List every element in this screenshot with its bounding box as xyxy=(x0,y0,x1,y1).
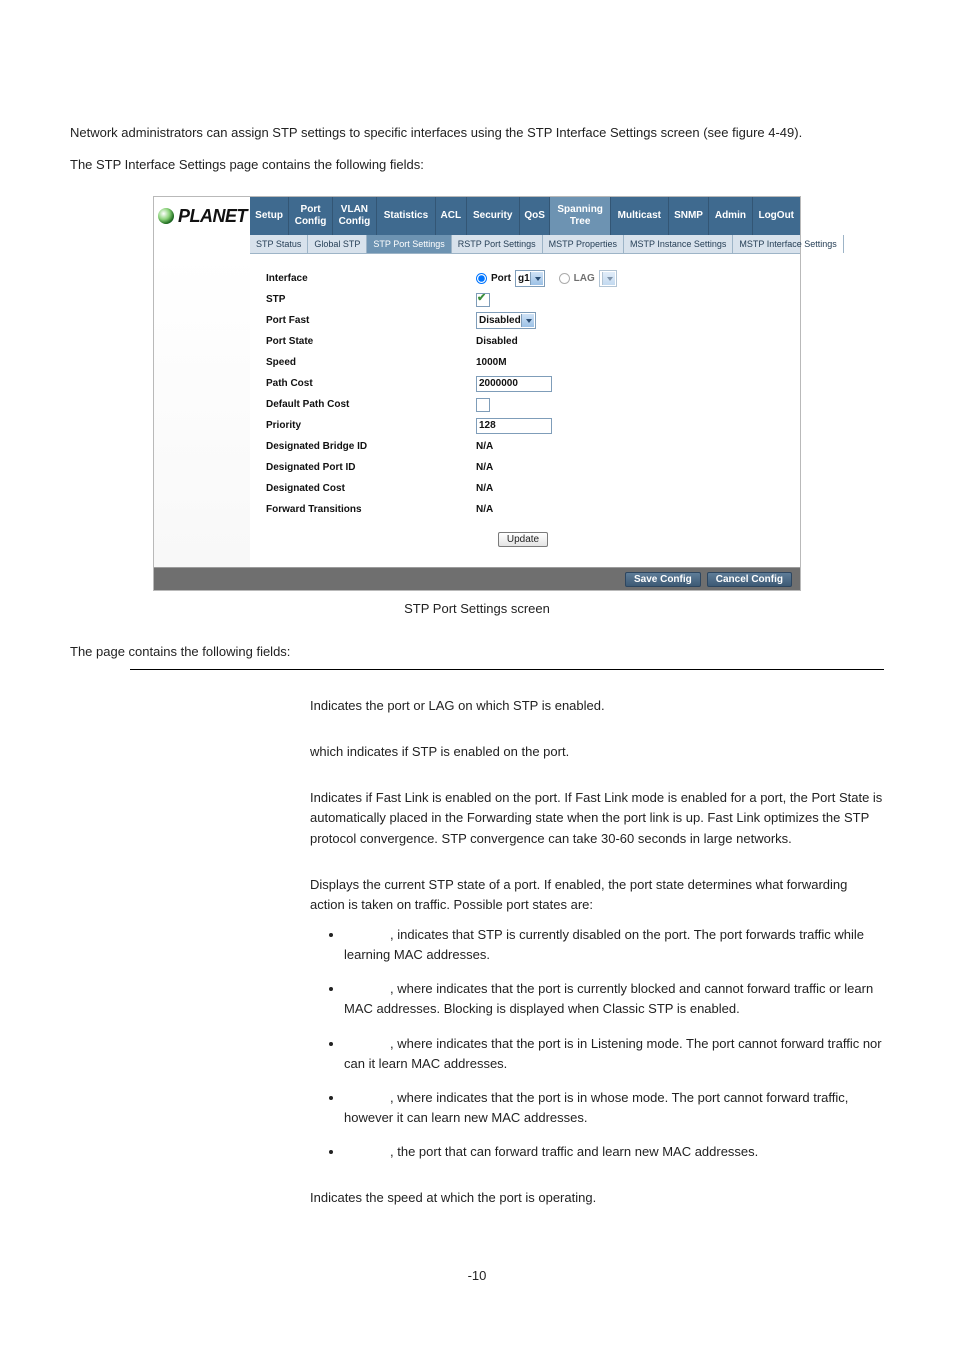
form-value: N/A xyxy=(476,483,780,494)
submenu-item[interactable]: STP Status xyxy=(250,235,308,253)
form-row: Forward TransitionsN/A xyxy=(266,499,780,520)
menu-item[interactable]: ACL xyxy=(436,197,467,235)
top-menu: SetupPortConfigVLANConfigStatisticsACLSe… xyxy=(250,197,800,235)
form-label: Designated Cost xyxy=(266,483,476,494)
footer-bar: Save Config Cancel Config xyxy=(154,567,800,590)
form-label: Speed xyxy=(266,357,476,368)
checkbox[interactable] xyxy=(476,293,490,307)
port-state-bullet: , indicates that STP is currently disabl… xyxy=(344,925,884,965)
menu-item[interactable]: SpanningTree xyxy=(550,197,611,235)
separator xyxy=(130,669,884,670)
fields-intro: The page contains the following fields: xyxy=(70,644,884,659)
form-row: Designated Port IDN/A xyxy=(266,457,780,478)
field-def-speed: Indicates the speed at which the port is… xyxy=(310,1188,884,1208)
checkbox[interactable] xyxy=(476,398,490,412)
form-row: Speed1000M xyxy=(266,352,780,373)
form-row: Designated Bridge IDN/A xyxy=(266,436,780,457)
submenu-item[interactable]: Global STP xyxy=(308,235,367,253)
form-label: Default Path Cost xyxy=(266,399,476,410)
form-value: 1000M xyxy=(476,357,780,368)
field-def-stp: which indicates if STP is enabled on the… xyxy=(310,742,884,762)
menu-item[interactable]: QoS xyxy=(519,197,550,235)
form-label: Path Cost xyxy=(266,378,476,389)
menu-item[interactable]: LogOut xyxy=(752,197,800,235)
submenu-item[interactable]: MSTP Interface Settings xyxy=(733,235,843,253)
select[interactable]: Disabled xyxy=(476,312,536,329)
left-sidebar xyxy=(154,254,250,567)
menu-item[interactable]: PortConfig xyxy=(289,197,333,235)
form-row: Path Cost2000000 xyxy=(266,373,780,394)
port-state-bullet: , the port that can forward traffic and … xyxy=(344,1142,884,1162)
submenu-item[interactable]: MSTP Properties xyxy=(542,235,623,253)
brand-logo: PLANET xyxy=(154,197,250,235)
intro-paragraph-2: The STP Interface Settings page contains… xyxy=(70,152,884,178)
menu-item[interactable]: VLANConfig xyxy=(332,197,376,235)
form-row: Port FastDisabled xyxy=(266,310,780,331)
port-select[interactable]: g1 xyxy=(515,270,545,287)
field-def-fastlink: Indicates if Fast Link is enabled on the… xyxy=(310,788,884,848)
update-button[interactable]: Update xyxy=(498,532,548,547)
form-value: 128 xyxy=(476,418,780,434)
menu-item[interactable]: SNMP xyxy=(668,197,709,235)
form-label: STP xyxy=(266,294,476,305)
form-value xyxy=(476,398,780,412)
save-config-button[interactable]: Save Config xyxy=(625,572,701,587)
intro-paragraph-1: Network administrators can assign STP se… xyxy=(70,120,884,146)
field-def-interface: Indicates the port or LAG on which STP i… xyxy=(310,696,884,716)
form-value xyxy=(476,293,780,307)
cancel-config-button[interactable]: Cancel Config xyxy=(707,572,792,587)
form-value: N/A xyxy=(476,462,780,473)
port-state-bullet: , where indicates that the port is curre… xyxy=(344,979,884,1019)
form-label: Designated Port ID xyxy=(266,462,476,473)
form-row: InterfacePort g1 LAG xyxy=(266,268,780,289)
brand-text: PLANET xyxy=(178,206,247,227)
portstate-intro: Displays the current STP state of a port… xyxy=(310,877,847,912)
menu-item[interactable]: Security xyxy=(466,197,519,235)
form-row: Priority128 xyxy=(266,415,780,436)
form-value: N/A xyxy=(476,504,780,515)
field-def-portstate: Displays the current STP state of a port… xyxy=(310,875,884,1163)
port-radio[interactable]: Port xyxy=(476,273,511,284)
page-number: -10 xyxy=(70,1268,884,1283)
text-input[interactable]: 128 xyxy=(476,418,552,434)
form-row: Designated CostN/A xyxy=(266,478,780,499)
form-value: Disabled xyxy=(476,336,780,347)
menu-item[interactable]: Multicast xyxy=(610,197,668,235)
globe-icon xyxy=(158,208,174,224)
form-value: 2000000 xyxy=(476,376,780,392)
form-label: Port Fast xyxy=(266,315,476,326)
form-row: STP xyxy=(266,289,780,310)
port-state-bullet: , where indicates that the port is in Li… xyxy=(344,1034,884,1074)
lag-radio[interactable]: LAG xyxy=(559,273,595,284)
form-label: Port State xyxy=(266,336,476,347)
lag-select[interactable] xyxy=(599,270,617,287)
submenu-item[interactable]: STP Port Settings xyxy=(367,235,451,253)
form-value: Disabled xyxy=(476,312,780,329)
form-value: Port g1 LAG xyxy=(476,270,780,287)
submenu-item[interactable]: RSTP Port Settings xyxy=(451,235,542,253)
form-value: N/A xyxy=(476,441,780,452)
form-row: Port StateDisabled xyxy=(266,331,780,352)
screenshot-caption: STP Port Settings screen xyxy=(70,601,884,616)
sub-menu: STP StatusGlobal STPSTP Port SettingsRST… xyxy=(250,235,800,254)
submenu-item[interactable]: MSTP Instance Settings xyxy=(624,235,733,253)
menu-item[interactable]: Setup xyxy=(250,197,289,235)
form-label: Forward Transitions xyxy=(266,504,476,515)
form-row: Default Path Cost xyxy=(266,394,780,415)
form-label: Designated Bridge ID xyxy=(266,441,476,452)
menu-item[interactable]: Statistics xyxy=(376,197,435,235)
port-state-bullet: , where indicates that the port is in wh… xyxy=(344,1088,884,1128)
text-input[interactable]: 2000000 xyxy=(476,376,552,392)
form-label: Interface xyxy=(266,273,476,284)
form-label: Priority xyxy=(266,420,476,431)
menu-item[interactable]: Admin xyxy=(709,197,752,235)
form-area: InterfacePortg1LAGSTPPort FastDisabledPo… xyxy=(250,254,800,567)
stp-port-settings-screenshot: PLANET SetupPortConfigVLANConfigStatisti… xyxy=(153,196,801,591)
